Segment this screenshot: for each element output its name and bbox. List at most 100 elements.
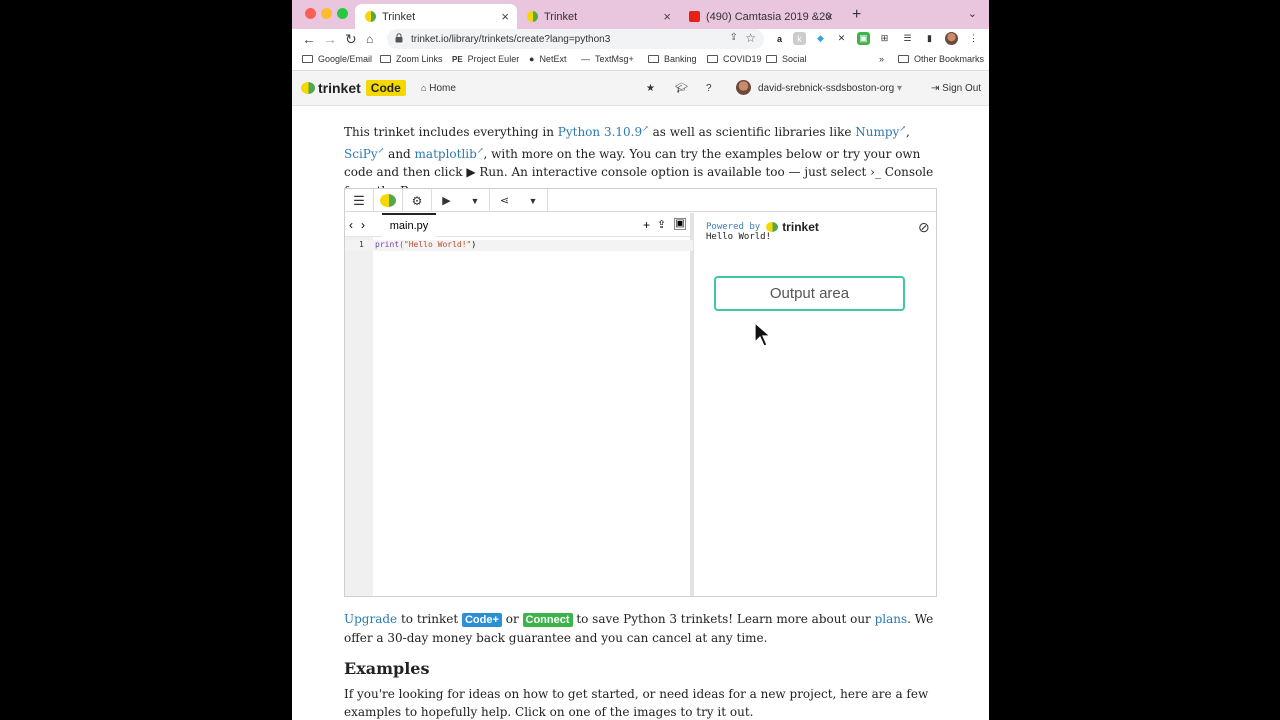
back-arrow-icon[interactable]: ← bbox=[302, 31, 316, 47]
share-icon[interactable]: ⋖ bbox=[490, 189, 519, 212]
clear-output-icon[interactable]: ⊘ bbox=[918, 219, 930, 236]
folder-icon bbox=[648, 55, 659, 63]
browser-tab-youtube[interactable]: (490) Camtasia 2019 &2018 H × bbox=[679, 4, 841, 29]
extension-icon[interactable]: ▣ bbox=[857, 32, 870, 45]
extension-icon[interactable]: ✕ bbox=[835, 32, 848, 45]
help-icon[interactable]: ? bbox=[706, 83, 712, 94]
line-gutter bbox=[345, 237, 373, 596]
code-line-1[interactable]: 1 print("Hello World!") bbox=[345, 240, 693, 251]
amazon-extension-icon[interactable]: a bbox=[773, 32, 786, 45]
extension-icon[interactable]: k bbox=[793, 32, 806, 45]
bookmark-banking[interactable]: Banking bbox=[648, 54, 697, 64]
close-tab-icon[interactable]: × bbox=[825, 9, 833, 24]
add-file-icon[interactable]: + bbox=[643, 218, 650, 232]
bookmark-netext[interactable]: ● NetExt bbox=[529, 54, 566, 64]
tab-search-chevron-icon[interactable]: ⌄ bbox=[968, 7, 977, 20]
close-tab-icon[interactable]: × bbox=[501, 9, 509, 24]
examples-paragraph: If you're looking for ideas on how to ge… bbox=[344, 687, 929, 719]
bookmark-star-icon[interactable]: ☆ bbox=[745, 31, 756, 45]
new-tab-button[interactable]: + bbox=[852, 6, 861, 24]
run-button[interactable]: ▶ bbox=[432, 189, 461, 212]
upload-icon[interactable]: ⇪ bbox=[657, 218, 666, 231]
home-icon[interactable]: ⌂ bbox=[366, 32, 373, 46]
trinket-header: trinket Code ⌂ Home ★ 🎓︎ ? david-srebnic… bbox=[292, 71, 989, 106]
dash-icon: — bbox=[581, 54, 590, 64]
browser-menu-icon[interactable]: ⋮ bbox=[967, 32, 980, 45]
profile-avatar[interactable] bbox=[945, 32, 958, 45]
graduation-cap-icon[interactable]: 🎓︎ bbox=[675, 83, 688, 94]
globe-icon: ● bbox=[529, 54, 535, 64]
tab-title: Trinket bbox=[544, 10, 578, 23]
folder-icon bbox=[898, 55, 909, 63]
bookmark-google-email[interactable]: Google/Email bbox=[302, 54, 372, 64]
bookmarks-overflow-button[interactable]: » bbox=[879, 54, 884, 64]
python-icon[interactable]: ⚙ bbox=[403, 189, 432, 212]
connect-badge[interactable]: Connect bbox=[522, 613, 573, 627]
tab-title: Trinket bbox=[382, 10, 416, 23]
image-icon[interactable]: ▣ bbox=[674, 218, 686, 230]
bookmarks-bar: Google/Email Zoom Links PE Project Euler … bbox=[292, 51, 989, 71]
trinket-favicon-icon bbox=[527, 11, 538, 22]
home-link[interactable]: ⌂ Home bbox=[421, 83, 456, 94]
upgrade-link[interactable]: Upgrade bbox=[344, 612, 397, 626]
upgrade-paragraph: Upgrade to trinket Code+ or Connect to s… bbox=[344, 612, 934, 645]
side-panel-icon[interactable]: ▮ bbox=[923, 32, 936, 45]
share-menu-chevron-icon[interactable]: ▼ bbox=[519, 189, 548, 212]
scipy-link[interactable]: SciPy bbox=[344, 147, 378, 161]
share-icon[interactable]: ⇪ bbox=[730, 32, 738, 43]
bookmark-zoom-links[interactable]: Zoom Links bbox=[380, 54, 443, 64]
browser-tab-trinket-active[interactable]: Trinket × bbox=[355, 4, 517, 29]
tab-title: (490) Camtasia 2019 &2018 H bbox=[706, 10, 831, 23]
menu-icon[interactable]: ☰ bbox=[345, 189, 374, 212]
file-tabs: ‹ › main.py + ⇪ ▣ bbox=[345, 213, 694, 237]
code-badge: Code bbox=[365, 80, 406, 96]
trinket-logo-button[interactable] bbox=[374, 189, 403, 212]
line-number: 1 bbox=[359, 240, 364, 249]
reading-list-icon[interactable]: ☰ bbox=[901, 32, 914, 45]
bookmark-project-euler[interactable]: PE Project Euler bbox=[452, 54, 519, 64]
plans-link[interactable]: plans bbox=[875, 612, 908, 626]
maximize-window-button[interactable] bbox=[337, 8, 348, 19]
numpy-link[interactable]: Numpy bbox=[855, 125, 899, 139]
bookmark-textmsg[interactable]: — TextMsg+ bbox=[581, 54, 634, 64]
file-tab-main-py[interactable]: main.py bbox=[382, 213, 436, 237]
run-menu-chevron-icon[interactable]: ▼ bbox=[461, 189, 490, 212]
minimize-window-button[interactable] bbox=[321, 8, 332, 19]
close-window-button[interactable] bbox=[305, 8, 316, 19]
code-editor-area[interactable] bbox=[373, 251, 694, 596]
project-euler-icon: PE bbox=[452, 54, 463, 64]
output-text: Hello World! bbox=[706, 232, 772, 242]
next-file-chevron-icon[interactable]: › bbox=[361, 218, 365, 232]
star-icon[interactable]: ★ bbox=[646, 83, 655, 94]
matplotlib-link[interactable]: matplotlib bbox=[415, 147, 477, 161]
extension-icon[interactable]: ◆ bbox=[814, 32, 827, 45]
trinket-favicon-icon bbox=[365, 11, 376, 22]
sign-out-link[interactable]: ⇥ Sign Out bbox=[931, 83, 981, 94]
code-plus-badge[interactable]: Code+ bbox=[461, 613, 502, 627]
user-menu[interactable]: david-srebnick-ssdsboston-org ▾ bbox=[758, 83, 902, 94]
url-text: trinket.io/library/trinkets/create?lang=… bbox=[411, 33, 611, 45]
bookmark-covid19[interactable]: COVID19 bbox=[707, 54, 762, 64]
trinket-logo[interactable]: trinket Code bbox=[301, 80, 406, 96]
prev-file-chevron-icon[interactable]: ‹ bbox=[349, 218, 353, 232]
folder-icon bbox=[380, 55, 391, 63]
code-pane: ‹ › main.py + ⇪ ▣ 1 print("Hello World!"… bbox=[345, 213, 694, 596]
extension-icon[interactable]: ⊞ bbox=[878, 32, 891, 45]
trinket-logo-icon bbox=[766, 222, 779, 232]
reload-icon[interactable]: ↻ bbox=[345, 31, 357, 48]
code-text: print("Hello World!") bbox=[375, 240, 477, 249]
bookmark-social[interactable]: Social bbox=[766, 54, 807, 64]
caret-down-icon: ▾ bbox=[896, 83, 902, 94]
address-bar[interactable]: trinket.io/library/trinkets/create?lang=… bbox=[387, 29, 764, 49]
folder-icon bbox=[766, 55, 777, 63]
trinket-editor: ☰ ⚙ ▶ ▼ ⋖ ▼ ‹ › main.py + ⇪ ▣ 1 print("H… bbox=[344, 188, 937, 597]
forward-arrow-icon[interactable]: → bbox=[323, 31, 337, 47]
editor-toolbar: ☰ ⚙ ▶ ▼ ⋖ ▼ bbox=[345, 189, 936, 212]
other-bookmarks[interactable]: Other Bookmarks bbox=[898, 54, 984, 64]
user-avatar[interactable] bbox=[736, 80, 751, 95]
browser-window: Trinket × Trinket × (490) Camtasia 2019 … bbox=[292, 0, 989, 720]
python-version-link[interactable]: Python 3.10.9 bbox=[558, 125, 642, 139]
browser-tab-trinket[interactable]: Trinket × bbox=[517, 4, 679, 29]
external-link-icon: ↗ bbox=[642, 124, 649, 133]
close-tab-icon[interactable]: × bbox=[663, 9, 671, 24]
